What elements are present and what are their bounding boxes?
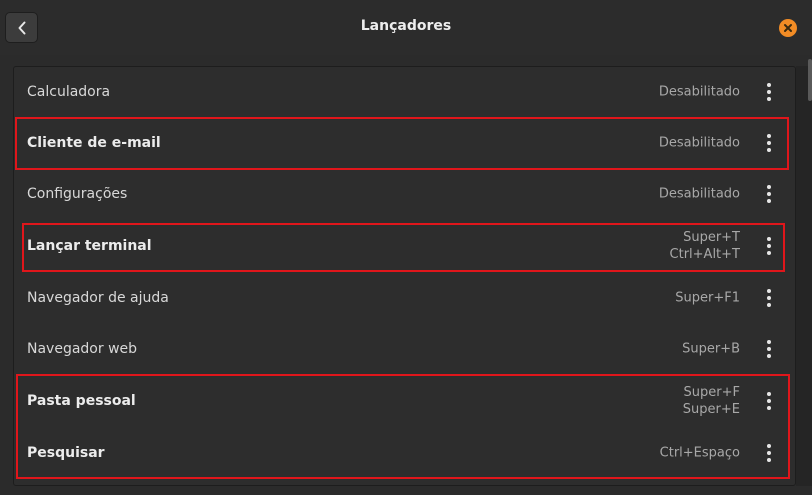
launcher-row-navegador-ajuda[interactable]: Navegador de ajuda Super+F1 [13,272,796,324]
more-vertical-icon [767,392,771,396]
launcher-row-navegador-web[interactable]: Navegador web Super+B [13,323,796,375]
more-options-button[interactable] [760,389,778,413]
shortcut-line: Ctrl+Alt+T [669,247,740,262]
launcher-label: Pasta pessoal [27,393,136,409]
launcher-label: Navegador de ajuda [27,290,169,306]
shortcut-line: Desabilitado [658,84,740,100]
shortcut-value: Desabilitado [659,84,740,101]
more-options-button[interactable] [760,441,778,465]
close-icon [784,24,792,32]
list-margin [796,66,812,486]
shortcut-value: Super+F1 [675,290,740,307]
launcher-label: Configurações [27,186,128,202]
close-button[interactable] [779,19,797,37]
launcher-row-pesquisar[interactable]: Pesquisar Ctrl+Espaço [13,427,796,479]
launcher-label: Calculadora [27,84,111,100]
more-options-button[interactable] [760,131,778,155]
launcher-label: Cliente de e-mail [27,135,161,151]
shortcut-value: Desabilitado [659,135,740,152]
more-vertical-icon [767,444,771,448]
shortcut-value: Ctrl+Espaço [660,445,740,462]
more-vertical-icon [767,185,771,189]
launcher-row-cliente-email[interactable]: Cliente de e-mail Desabilitado [13,117,796,169]
more-options-button[interactable] [760,286,778,310]
launchers-window: Lançadores Calculadora Desabilitado Clie… [0,0,812,495]
header-bar: Lançadores [0,0,812,55]
shortcut-line: Super+F1 [675,290,740,306]
launcher-row-configuracoes[interactable]: Configurações Desabilitado [13,168,796,220]
launcher-label: Pesquisar [27,445,105,461]
scrollbar[interactable] [808,59,812,101]
shortcut-line: Desabilitado [658,135,740,151]
shortcut-line: Super+E [682,402,740,417]
shortcut-line: Desabilitado [658,186,740,202]
shortcut-line: Super+F [683,385,740,400]
launcher-label: Navegador web [27,341,138,357]
more-vertical-icon [767,237,771,241]
shortcut-line: Super+T [683,230,740,245]
more-vertical-icon [767,340,771,344]
shortcut-value: Desabilitado [659,186,740,203]
page-title: Lançadores [360,18,452,34]
launcher-label: Lançar terminal [27,238,152,254]
more-options-button[interactable] [760,182,778,206]
more-vertical-icon [767,289,771,293]
launcher-row-calculadora[interactable]: Calculadora Desabilitado [13,66,796,118]
more-options-button[interactable] [760,234,778,258]
more-vertical-icon [767,134,771,138]
shortcut-line: Ctrl+Espaço [659,445,740,461]
launcher-row-lancar-terminal[interactable]: Lançar terminal Super+T Ctrl+Alt+T [13,220,796,272]
launcher-row-pasta-pessoal[interactable]: Pasta pessoal Super+F Super+E [13,375,796,427]
more-vertical-icon [767,83,771,87]
more-options-button[interactable] [760,80,778,104]
more-options-button[interactable] [760,337,778,361]
shortcut-value: Super+B [682,341,740,358]
shortcut-value: Super+T Ctrl+Alt+T [670,229,740,263]
shortcut-line: Super+B [682,341,740,357]
shortcut-value: Super+F Super+E [683,384,740,418]
